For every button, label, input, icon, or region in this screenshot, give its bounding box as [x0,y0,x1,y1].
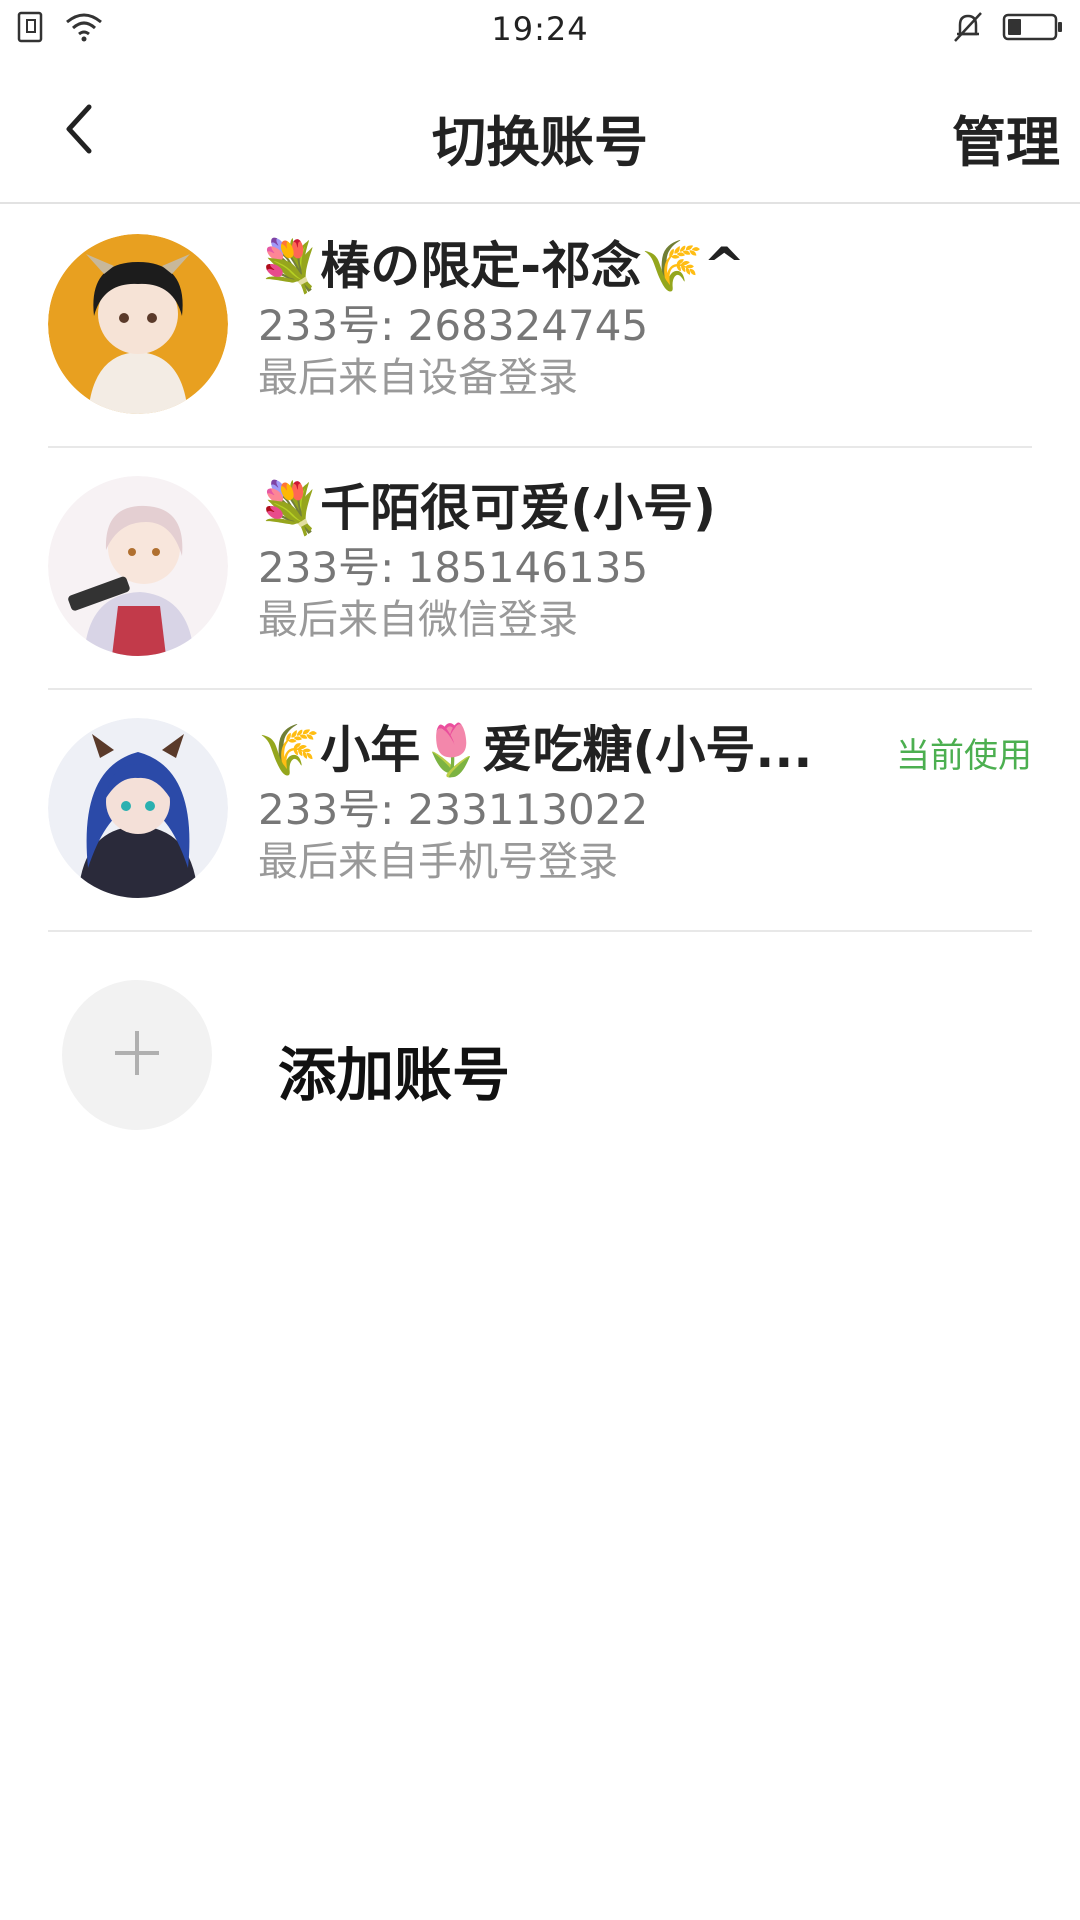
status-bar: 19:24 [0,0,1080,58]
account-uid: 233号: 185146135 [258,543,649,592]
account-login-source: 最后来自手机号登录 [258,839,618,885]
account-uid: 233号: 268324745 [258,301,649,350]
notifications-muted-icon [952,10,984,48]
account-uid: 233号: 233113022 [258,785,649,834]
status-left [16,10,216,48]
plus-icon [113,1029,161,1081]
add-account-button[interactable] [62,980,212,1130]
avatar [48,476,228,656]
account-name: 💐椿の限定-祁念🌾^ [258,237,746,295]
status-right [864,10,1064,48]
account-login-source: 最后来自微信登录 [258,597,578,643]
account-text: 💐椿の限定-祁念🌾^ 233号: 268324745 最后来自设备登录 [258,234,1032,404]
account-row[interactable]: 💐椿の限定-祁念🌾^ 233号: 268324745 最后来自设备登录 [48,206,1032,448]
account-row[interactable]: 💐千陌很可爱(小号) 233号: 185146135 最后来自微信登录 [48,448,1032,690]
manage-button[interactable]: 管理 [952,98,1060,177]
current-account-badge: 当前使用 [896,736,1032,776]
status-time: 19:24 [491,10,589,48]
wifi-icon [64,11,104,47]
account-name: 💐千陌很可爱(小号) [258,479,716,537]
account-login-source: 最后来自设备登录 [258,355,578,401]
sim-card-icon [16,10,46,48]
account-row[interactable]: 🌾小年🌷爱吃糖(小号... 233号: 233113022 最后来自手机号登录 … [48,690,1032,932]
avatar [48,234,228,414]
account-text: 💐千陌很可爱(小号) 233号: 185146135 最后来自微信登录 [258,476,1032,646]
add-account-label: 添加账号 [278,1041,511,1109]
battery-icon [1002,12,1064,46]
page-title: 切换账号 [432,111,648,174]
avatar [48,718,228,898]
nav-bar: 切换账号 管理 [0,58,1080,204]
add-account-row[interactable]: 添加账号 [48,932,1032,1172]
account-name: 🌾小年🌷爱吃糖(小号... [258,721,813,779]
account-list: 💐椿の限定-祁念🌾^ 233号: 268324745 最后来自设备登录 💐千陌很… [0,206,1080,1172]
